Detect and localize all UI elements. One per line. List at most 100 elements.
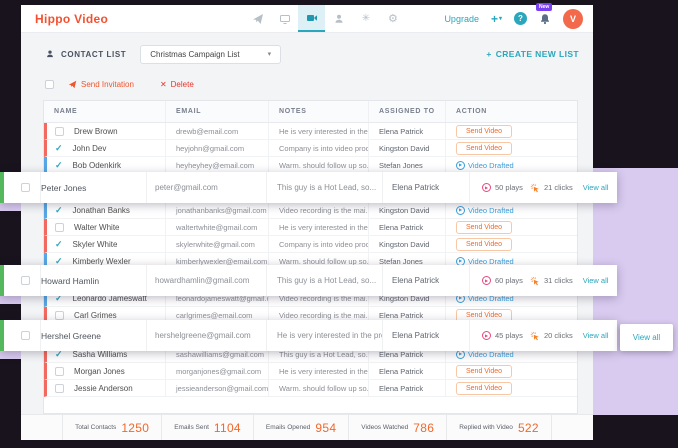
video-drafted-status[interactable]: ▶Video Drafted xyxy=(456,161,514,170)
table-row[interactable]: Morgan Jones morganjones@gmail.com He is… xyxy=(44,363,577,380)
send-video-button[interactable]: Send Video xyxy=(456,238,512,251)
send-video-button[interactable]: Send Video xyxy=(456,142,512,155)
table-row[interactable]: ✓ John Dev heyjohn@gmail.com Company is … xyxy=(44,140,577,157)
contact-notes: Warm. should follow up so... xyxy=(279,161,369,170)
upgrade-link[interactable]: Upgrade xyxy=(444,14,479,24)
clicks-count: 31 clicks xyxy=(544,276,573,285)
row-name-cell: ✓ John Dev xyxy=(47,140,166,156)
contact-name: Jonathan Banks xyxy=(73,206,130,215)
row-checkbox[interactable] xyxy=(21,276,30,285)
assigned-to: Kingston David xyxy=(379,144,429,153)
row-action-cell: Send Video xyxy=(446,123,577,139)
row-checkbox[interactable] xyxy=(55,311,64,320)
row-name-cell: ✓ Jonathan Banks xyxy=(47,202,166,218)
expanded-contact-row[interactable]: Hershel Greene hershelgreene@gmail.com H… xyxy=(0,320,617,351)
row-checkbox[interactable]: ✓ xyxy=(55,161,63,170)
play-circle-icon: ▶ xyxy=(482,183,491,192)
row-assigned-cell: Kingston David xyxy=(369,236,446,252)
list-selector-dropdown[interactable]: Christmas Campaign List ▾ xyxy=(140,45,281,64)
row-checkbox[interactable] xyxy=(55,223,64,232)
view-all-link[interactable]: View all xyxy=(583,183,609,192)
row-checkbox[interactable] xyxy=(21,183,30,192)
row-assigned-cell: Elena Patrick xyxy=(369,380,446,396)
contact-name: Peter Jones xyxy=(41,172,147,203)
table-row[interactable]: Drew Brown drewb@email.com He is very in… xyxy=(44,123,577,140)
assigned-to: Elena Patrick xyxy=(379,367,423,376)
contact-notes: Company is into video produ... xyxy=(279,144,369,153)
assigned-to: Elena Patrick xyxy=(379,223,423,232)
paper-plane-icon xyxy=(252,13,264,25)
row-checkbox[interactable]: ✓ xyxy=(55,144,63,153)
contact-notes: This guy is a Hot Lead, so... xyxy=(267,172,383,203)
contact-email: peter@gmail.com xyxy=(147,172,267,203)
row-action-cell: Send Video xyxy=(446,363,577,379)
contact-email: hershelgreene@gmail.com xyxy=(147,320,267,351)
contacts-table: NAME EMAIL NOTES ASSIGNED TO ACTION Drew… xyxy=(43,100,578,414)
select-all-checkbox[interactable] xyxy=(45,80,54,89)
settings-icon[interactable]: ⚙ xyxy=(379,5,406,32)
contact-name: Bob Odenkirk xyxy=(73,161,121,170)
notifications-button[interactable]: New xyxy=(539,13,551,25)
integrations-icon[interactable]: ✳ xyxy=(352,5,379,32)
delete-button[interactable]: ✕ Delete xyxy=(160,80,194,89)
contact-list-label: CONTACT LIST xyxy=(61,50,126,59)
help-button[interactable]: ? xyxy=(514,12,527,25)
row-notes-cell: Warm. should follow up so... xyxy=(269,380,369,396)
plays-count: 45 plays xyxy=(495,331,523,340)
footer-stat: Emails Sent 1104 xyxy=(161,415,253,440)
row-name-cell: Morgan Jones xyxy=(47,363,166,379)
table-row[interactable]: ✓ Skyler White skylerwhite@gmail.com Com… xyxy=(44,236,577,253)
engagement-stats: ▶ 45 plays 20 clicks View all xyxy=(470,320,617,351)
table-row[interactable]: ✓ Jonathan Banks jonathanbanks@gmail.com… xyxy=(44,202,577,219)
hippo-video-logo[interactable]: Hippo Video xyxy=(35,12,108,26)
row-notes-cell: He is very interested in the prod... xyxy=(269,123,369,139)
send-video-button[interactable]: Send Video xyxy=(456,382,512,395)
row-checkbox[interactable] xyxy=(55,367,64,376)
expanded-contact-row[interactable]: Peter Jones peter@gmail.com This guy is … xyxy=(0,172,617,203)
monitor-icon xyxy=(279,13,291,25)
contact-email: carlgrimes@email.com xyxy=(176,311,252,320)
row-checkbox[interactable] xyxy=(21,331,30,340)
user-avatar[interactable]: V xyxy=(563,9,583,29)
contacts-icon[interactable] xyxy=(325,5,352,32)
create-new-list-button[interactable]: + CREATE NEW LIST xyxy=(486,49,579,59)
contact-email: jonathanbanks@gmail.com xyxy=(176,206,267,215)
stat-value: 1250 xyxy=(121,421,149,435)
contact-notes: He is very interested in the prod... xyxy=(279,367,369,376)
screen-icon[interactable] xyxy=(271,5,298,32)
row-name-cell: Walter White xyxy=(47,219,166,235)
contact-email: heyheyhey@email.com xyxy=(176,161,254,170)
send-video-button[interactable]: Send Video xyxy=(456,125,512,138)
row-email-cell: heyjohn@gmail.com xyxy=(166,140,269,156)
row-email-cell: jonathanbanks@gmail.com xyxy=(166,202,269,218)
quick-add-button[interactable]: +▾ xyxy=(491,12,502,26)
bulk-actions-toolbar: Send Invitation ✕ Delete xyxy=(21,75,593,93)
click-cursor-icon xyxy=(530,183,540,193)
stat-label: Emails Sent xyxy=(174,424,209,431)
row-checkbox[interactable]: ✓ xyxy=(55,206,63,215)
table-row[interactable]: Jessie Anderson jessieanderson@gmail.com… xyxy=(44,380,577,397)
send-video-button[interactable]: Send Video xyxy=(456,221,512,234)
video-drafted-status[interactable]: ▶Video Drafted xyxy=(456,206,514,215)
assigned-to: Stefan Jones xyxy=(379,161,423,170)
table-row[interactable]: Walter White waltertwhite@gmail.com He i… xyxy=(44,219,577,236)
footer-stat: Videos Watched 786 xyxy=(348,415,446,440)
view-all-tooltip[interactable]: View all xyxy=(620,324,673,351)
row-name-cell: Jessie Anderson xyxy=(47,380,166,396)
footer-stat: Total Contacts 1250 xyxy=(62,415,161,440)
send-invitation-button[interactable]: Send Invitation xyxy=(68,80,134,89)
row-checkbox[interactable] xyxy=(55,384,64,393)
send-video-button[interactable]: Send Video xyxy=(456,365,512,378)
contact-email: jessieanderson@gmail.com xyxy=(176,384,268,393)
account-area: Upgrade +▾ ? New V xyxy=(444,9,583,29)
paper-plane-icon xyxy=(68,80,77,89)
expanded-contact-row[interactable]: Howard Hamlin howardhamlin@gmail.com Thi… xyxy=(0,265,617,296)
row-checkbox[interactable] xyxy=(55,127,64,136)
view-all-link[interactable]: View all xyxy=(583,276,609,285)
row-checkbox[interactable]: ✓ xyxy=(55,240,63,249)
video-contacts-tab[interactable] xyxy=(298,5,325,32)
view-all-link[interactable]: View all xyxy=(583,331,609,340)
send-campaign-icon[interactable] xyxy=(244,5,271,32)
row-notes-cell: Warm. should follow up so... xyxy=(269,157,369,173)
row-action-cell: Send Video xyxy=(446,140,577,156)
